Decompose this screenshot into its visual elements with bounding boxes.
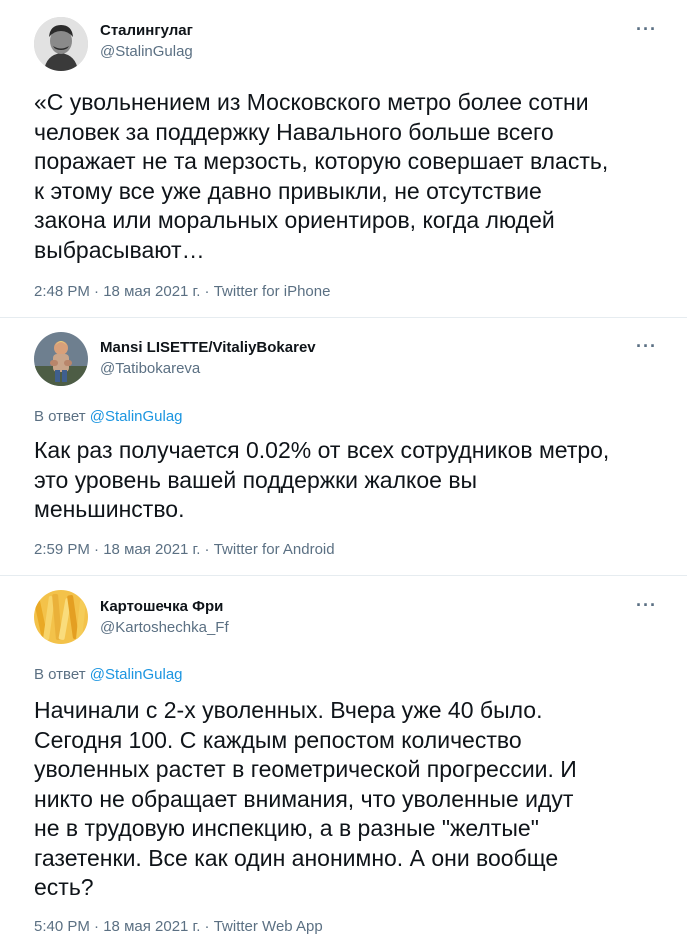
meta-separator: · [200,541,214,558]
meta-separator: · [89,283,104,300]
tweet-time[interactable]: 2:48 PM [34,283,90,300]
more-options-icon[interactable]: ··· [636,596,657,614]
reply-context: В ответ @StalinGulag [34,408,183,425]
tweet-meta: 5:40 PM · 18 мая 2021 г. · Twitter Web A… [34,918,323,935]
tweet-source[interactable]: Twitter for Android [214,541,335,558]
tweet-time[interactable]: 2:59 PM [34,541,90,558]
author-name[interactable]: Картошечка Фри [100,598,223,615]
tweet-text: «С увольнением из Московского метро боле… [34,89,609,263]
tweet-kartoshechka[interactable]: Картошечка Фри @Kartoshechka_Ff ··· В от… [0,576,687,951]
reply-prefix: В ответ [34,408,86,425]
reply-mention-link[interactable]: @StalinGulag [90,666,183,683]
author-name[interactable]: Mansi LISETTE/VitaliyBokarev [100,339,316,356]
reply-prefix: В ответ [34,666,86,683]
tweet-text: Начинали с 2-х уволенных. Вчера уже 40 б… [34,697,577,900]
fries-photo-icon [34,590,88,644]
tweet-source[interactable]: Twitter for iPhone [214,283,331,300]
tweet-text: Как раз получается 0.02% от всех сотрудн… [34,437,610,522]
more-options-icon[interactable]: ··· [636,20,657,38]
avatar[interactable] [34,332,88,386]
reply-context: В ответ @StalinGulag [34,666,183,683]
meta-separator: · [200,283,214,300]
author-handle[interactable]: @Kartoshechka_Ff [100,619,229,636]
portrait-photo-icon [34,17,88,71]
tweet-meta: 2:48 PM · 18 мая 2021 г. · Twitter for i… [34,283,330,300]
author-name[interactable]: Сталингулаг [100,22,193,39]
author-handle[interactable]: @StalinGulag [100,43,193,60]
reply-mention-link[interactable]: @StalinGulag [90,408,183,425]
author-handle[interactable]: @Tatibokareva [100,360,200,377]
meta-separator: · [89,918,104,935]
tweet-date[interactable]: 18 мая 2021 г. [103,541,200,558]
more-options-icon[interactable]: ··· [636,337,657,355]
figurine-photo-icon [34,332,88,386]
tweet-meta: 2:59 PM · 18 мая 2021 г. · Twitter for A… [34,541,335,558]
avatar[interactable] [34,17,88,71]
tweet-date[interactable]: 18 мая 2021 г. [103,283,200,300]
avatar[interactable] [34,590,88,644]
tweet-time[interactable]: 5:40 PM [34,918,90,935]
tweet-stalingulag[interactable]: Сталингулаг @StalinGulag ··· «С увольнен… [0,0,687,318]
tweet-date[interactable]: 18 мая 2021 г. [103,918,200,935]
meta-separator: · [200,918,214,935]
meta-separator: · [89,541,104,558]
tweet-source[interactable]: Twitter Web App [214,918,323,935]
tweet-tatibokareva[interactable]: Mansi LISETTE/VitaliyBokarev @Tatibokare… [0,318,687,576]
